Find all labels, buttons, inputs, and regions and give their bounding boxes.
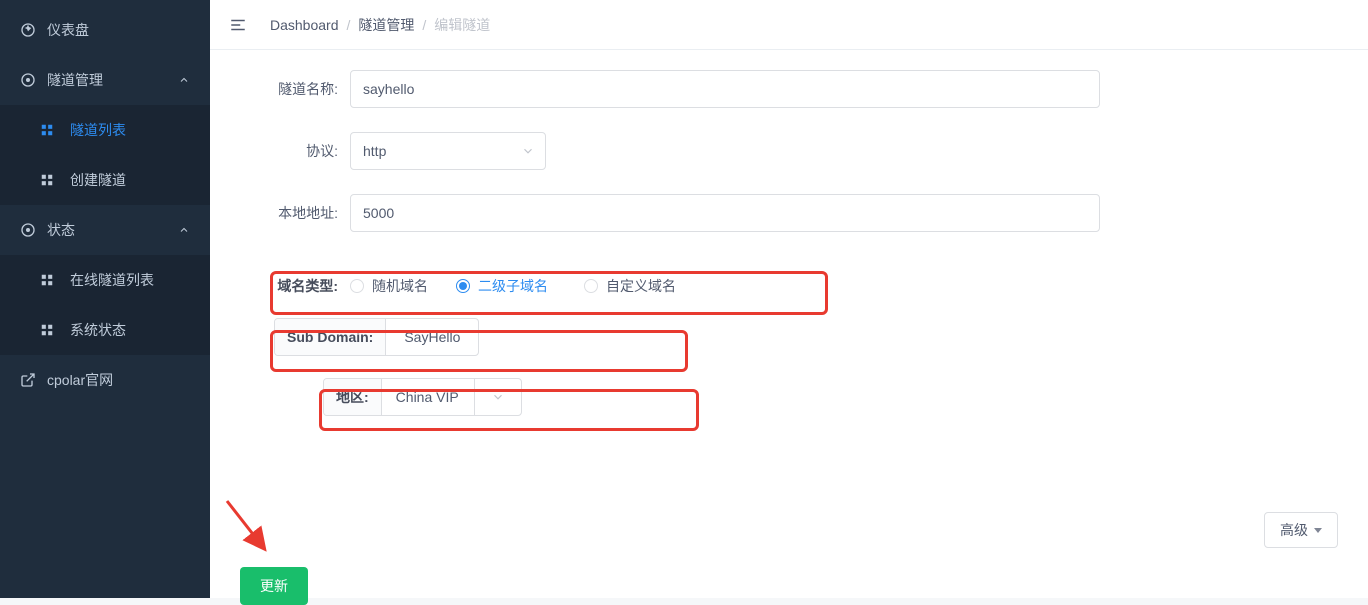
collapse-sidebar-button[interactable] [226,13,250,37]
protocol-select[interactable]: http [350,132,546,170]
top-header: Dashboard / 隧道管理 / 编辑隧道 [210,0,1368,50]
radio-subdomain[interactable]: 二级子域名 [456,276,548,296]
region-value: China VIP [382,379,474,415]
status-icon [20,222,36,238]
radio-circle-icon [584,279,598,293]
label-local-addr: 本地地址: [240,203,350,223]
update-button[interactable]: 更新 [240,567,308,605]
advanced-button[interactable]: 高级 [1264,512,1338,548]
sidebar-label-status: 状态 [47,220,75,240]
red-arrow-annotation [223,497,275,559]
tunnel-icon [20,72,36,88]
sidebar-item-online-list[interactable]: 在线隧道列表 [0,255,210,305]
local-addr-input[interactable] [350,194,1100,232]
sidebar-label-system-status: 系统状态 [70,320,126,340]
label-tunnel-name: 隧道名称: [240,79,350,99]
row-protocol: 协议: http [240,132,1338,170]
domain-type-radio-group: 随机域名 二级子域名 自定义域名 [350,276,676,296]
row-domain-type: 域名类型: 随机域名 二级子域名 自定义域名 [270,256,1338,296]
label-subdomain: Sub Domain: [275,319,386,355]
grid-icon [40,123,54,137]
sidebar: 仪表盘 隧道管理 隧道列表 创建 [0,0,210,598]
region-select[interactable]: 地区: China VIP [323,378,522,416]
breadcrumb-dashboard[interactable]: Dashboard [270,17,339,33]
row-region: 地区: China VIP [274,378,1338,416]
radio-random-domain[interactable]: 随机域名 [350,276,428,296]
radio-circle-icon [350,279,364,293]
sidebar-item-tunnel-list[interactable]: 隧道列表 [0,105,210,155]
breadcrumb-separator: / [422,17,426,33]
breadcrumb: Dashboard / 隧道管理 / 编辑隧道 [270,15,490,35]
protocol-value: http [363,143,386,159]
region-dropdown-arrow [474,379,521,415]
sidebar-label-dashboard: 仪表盘 [47,20,89,40]
sidebar-label-cpolar-site: cpolar官网 [47,370,113,390]
radio-label-subdomain: 二级子域名 [478,276,548,296]
breadcrumb-tunnel-mgmt[interactable]: 隧道管理 [358,15,414,35]
chevron-up-icon [178,224,190,236]
subdomain-value: SayHello [386,319,478,355]
radio-label-custom: 自定义域名 [606,276,676,296]
label-domain-type: 域名类型: [270,276,350,296]
label-protocol: 协议: [240,141,350,161]
breadcrumb-separator: / [347,17,351,33]
grid-icon [40,173,54,187]
form-content: 隧道名称: 协议: http [210,50,1368,598]
radio-custom-domain[interactable]: 自定义域名 [584,276,676,296]
sidebar-label-tunnel-list: 隧道列表 [70,120,126,140]
chevron-up-icon [178,74,190,86]
radio-label-random: 随机域名 [372,276,428,296]
domain-area: 域名类型: 随机域名 二级子域名 自定义域名 [240,256,1338,416]
row-tunnel-name: 隧道名称: [240,70,1338,108]
row-subdomain: Sub Domain: SayHello [274,318,1338,356]
label-region: 地区: [324,379,382,415]
radio-circle-icon [456,279,470,293]
sidebar-item-create-tunnel[interactable]: 创建隧道 [0,155,210,205]
triangle-down-icon [1314,528,1322,533]
dashboard-icon [20,22,36,38]
subdomain-field[interactable]: Sub Domain: SayHello [274,318,479,356]
grid-icon [40,273,54,287]
tunnel-name-input[interactable] [350,70,1100,108]
chevron-down-icon [521,144,535,158]
sidebar-label-tunnel-mgmt: 隧道管理 [47,70,103,90]
advanced-label: 高级 [1280,520,1308,540]
row-local-addr: 本地地址: [240,194,1338,232]
sidebar-item-system-status[interactable]: 系统状态 [0,305,210,355]
external-link-icon [20,372,36,388]
sidebar-item-cpolar-site[interactable]: cpolar官网 [0,355,210,405]
sidebar-item-dashboard[interactable]: 仪表盘 [0,5,210,55]
sidebar-item-tunnel-mgmt[interactable]: 隧道管理 [0,55,210,105]
grid-icon [40,323,54,337]
sidebar-label-create-tunnel: 创建隧道 [70,170,126,190]
sidebar-item-status[interactable]: 状态 [0,205,210,255]
sidebar-label-online-list: 在线隧道列表 [70,270,154,290]
breadcrumb-edit-tunnel: 编辑隧道 [434,15,490,35]
update-label: 更新 [260,576,288,596]
